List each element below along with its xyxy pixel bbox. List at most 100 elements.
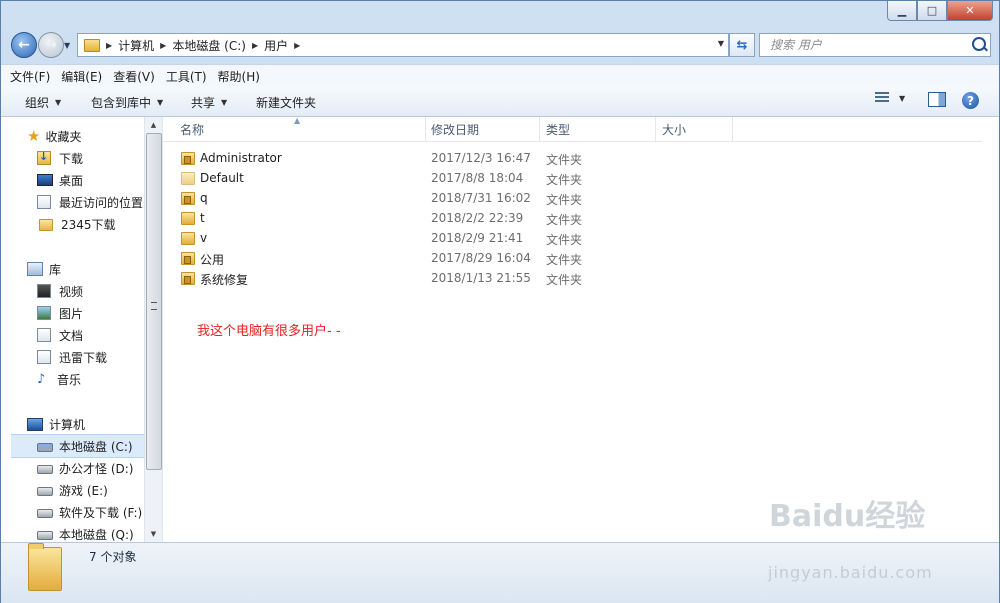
include-in-library-button[interactable]: 包含到库中 ▼ [91,94,163,111]
forward-arrow-icon: → [45,37,57,53]
forward-button[interactable]: → [38,32,64,58]
table-row[interactable]: 系统修复 2018/1/13 21:55 文件夹 [163,268,982,288]
command-bar: 组织 ▼ 包含到库中 ▼ 共享 ▼ 新建文件夹 ▼ ? [1,86,999,117]
maximize-button[interactable]: □ [917,1,947,21]
nav-item-desktop[interactable]: 桌面 [37,169,144,191]
scroll-up-icon[interactable]: ▲ [145,117,162,133]
address-row: ← → ▼ ▶ 计算机 ▶ 本地磁盘 (C:) ▶ 用户 ▶ ▼ ⇆ [1,29,999,61]
share-label: 共享 [191,96,216,110]
file-type: 文件夹 [546,173,583,187]
nav-item-recent-places[interactable]: 最近访问的位置 [37,191,144,213]
document-icon [37,350,51,364]
table-row[interactable]: v 2018/2/9 21:41 文件夹 [163,228,982,248]
column-divider[interactable] [425,117,426,141]
scroll-down-icon[interactable]: ▼ [145,526,162,542]
column-date[interactable]: 修改日期 [431,117,539,141]
breadcrumb-drive-c[interactable]: 本地磁盘 (C:) [172,37,246,54]
scrollbar-thumb[interactable] [146,133,162,470]
drive-icon [37,531,53,540]
back-button[interactable]: ← [11,32,37,58]
nav-item-label: 桌面 [59,173,84,188]
recent-pages-dropdown-icon[interactable]: ▼ [64,41,70,50]
view-list-icon[interactable] [875,92,889,104]
nav-libraries[interactable]: 库 [27,258,144,280]
chevron-right-icon[interactable]: ▶ [294,41,300,50]
refresh-button[interactable]: ⇆ [729,33,755,57]
breadcrumb-computer[interactable]: 计算机 [118,37,154,54]
nav-drive-e[interactable]: 游戏 (E:) [37,479,144,501]
nav-item-videos[interactable]: 视频 [37,280,144,302]
breadcrumb-users[interactable]: 用户 [264,37,288,54]
nav-favorites[interactable]: ★ 收藏夹 [27,125,144,147]
menu-view[interactable]: 查看(V) [113,68,155,85]
chevron-down-icon[interactable]: ▼ [899,94,905,103]
column-type-label: 类型 [546,122,571,137]
file-date: 2018/2/2 22:39 [431,211,524,225]
table-row[interactable]: Administrator 2017/12/3 16:47 文件夹 [163,148,982,168]
column-divider[interactable] [539,117,540,141]
column-header: ▲ 名称 修改日期 类型 大小 [163,116,982,142]
view-options[interactable]: ▼ [875,92,905,104]
include-library-label: 包含到库中 [91,96,152,110]
nav-drive-f[interactable]: 软件及下载 (F:) [37,501,144,523]
nav-favorites-label: 收藏夹 [45,129,82,144]
breadcrumb: ▶ 计算机 [106,37,154,54]
nav-item-music[interactable]: ♪ 音乐 [37,368,144,390]
search-icon[interactable] [972,37,986,51]
search-box[interactable] [759,33,991,57]
nav-computer[interactable]: 计算机 [27,413,144,435]
item-count: 7 个对象 [89,550,137,564]
column-divider[interactable] [655,117,656,141]
table-row[interactable]: Default 2017/8/8 18:04 文件夹 [163,168,982,188]
file-name: q [200,191,208,205]
address-dropdown-icon[interactable]: ▼ [718,39,724,48]
menu-help[interactable]: 帮助(H) [218,68,260,85]
minimize-button[interactable]: ▁ [887,1,917,21]
nav-drive-q[interactable]: 本地磁盘 (Q:) [37,523,144,542]
breadcrumb-item: ▶ 本地磁盘 (C:) [160,37,246,54]
close-button[interactable]: ✕ [947,1,993,21]
chevron-right-icon[interactable]: ▶ [160,41,166,50]
help-button[interactable]: ? [962,92,979,109]
nav-item-downloads[interactable]: 下载 [37,147,144,169]
nav-scrollbar[interactable]: ▲ ▼ [144,117,162,542]
column-size[interactable]: 大小 [662,117,732,141]
file-type: 文件夹 [546,273,583,287]
organize-button[interactable]: 组织 ▼ [25,94,61,111]
menu-file[interactable]: 文件(F) [10,68,50,85]
nav-item-label: 迅雷下载 [59,350,108,365]
lock-icon [184,196,191,204]
file-name: 系统修复 [200,273,249,287]
nav-drive-d[interactable]: 办公才怪 (D:) [37,457,144,479]
search-input[interactable] [768,37,962,53]
table-row[interactable]: t 2018/2/2 22:39 文件夹 [163,208,982,228]
menu-edit[interactable]: 编辑(E) [61,68,102,85]
share-button[interactable]: 共享 ▼ [191,94,227,111]
table-row[interactable]: 公用 2017/8/29 16:04 文件夹 [163,248,982,268]
nav-item-2345-downloads[interactable]: 2345下载 [37,213,144,235]
chevron-down-icon: ▼ [55,98,62,107]
column-divider[interactable] [732,117,733,141]
chevron-right-icon[interactable]: ▶ [106,41,112,50]
menu-tools[interactable]: 工具(T) [166,68,207,85]
nav-drive-c[interactable]: 本地磁盘 (C:) [11,434,144,458]
column-name[interactable]: 名称 [180,117,425,141]
file-date: 2018/1/13 21:55 [431,271,531,285]
chevron-right-icon[interactable]: ▶ [252,41,258,50]
address-bar[interactable]: ▶ 计算机 ▶ 本地磁盘 (C:) ▶ 用户 ▶ ▼ [77,33,729,57]
breadcrumb-item: ▶ 用户 ▶ [252,37,306,54]
file-name: t [200,211,205,225]
column-type[interactable]: 类型 [546,117,654,141]
preview-pane-button[interactable] [928,92,946,107]
recent-places-icon [37,195,51,209]
folder-icon [181,232,195,245]
folder-icon [181,252,195,265]
nav-item-pictures[interactable]: 图片 [37,302,144,324]
title-bar: ▁ □ ✕ [1,1,999,29]
nav-item-xunlei-downloads[interactable]: 迅雷下载 [37,346,144,368]
desktop-icon [37,174,53,186]
nav-item-documents[interactable]: 文档 [37,324,144,346]
new-folder-button[interactable]: 新建文件夹 [256,94,316,111]
folder-icon [28,543,62,591]
table-row[interactable]: q 2018/7/31 16:02 文件夹 [163,188,982,208]
